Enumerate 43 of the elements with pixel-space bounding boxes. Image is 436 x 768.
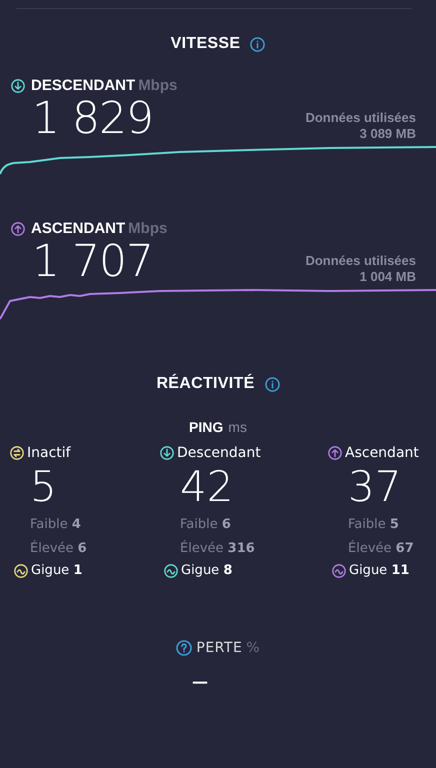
low-latency: Faible 5: [347, 516, 400, 534]
low-latency: Faible 4: [29, 516, 82, 534]
loss-label: PERTE: [196, 640, 242, 656]
low-latency: Faible 6: [179, 516, 232, 534]
data-used-label: Données utilisées: [305, 253, 416, 269]
data-used-value: 3 089 MB: [360, 126, 416, 142]
transfer-icon: [10, 446, 24, 460]
jitter-text: Gigue 11: [349, 563, 410, 578]
ping-column-label: Inactif: [27, 445, 71, 461]
ping-label: PING: [189, 419, 224, 435]
upload-icon: [11, 222, 25, 236]
section-title: RÉACTIVITÉ: [156, 375, 255, 393]
unit-label: Mbps: [138, 77, 178, 94]
unit-label: %: [246, 640, 260, 656]
wave-icon: [14, 564, 28, 578]
measure-label: DESCENDANT: [31, 77, 136, 94]
data-used-value: 1 004 MB: [360, 269, 416, 285]
wave-icon: [164, 564, 178, 578]
jitter-text: Gigue 8: [181, 563, 232, 578]
unit-label: ms: [228, 419, 247, 435]
section-title: VITESSE: [170, 35, 240, 53]
high-latency: Élevée 316: [179, 539, 256, 558]
high-latency: Élevée 67: [347, 539, 415, 558]
data-used-label: Données utilisées: [305, 110, 416, 126]
help-icon: [176, 640, 192, 656]
measure-label: ASCENDANT: [31, 220, 126, 237]
ping-value: 5: [29, 461, 58, 513]
info-icon: [264, 376, 280, 392]
download-icon: [11, 78, 25, 92]
ping-value: 42: [179, 461, 234, 513]
unit-label: Mbps: [128, 220, 168, 237]
upload-icon: [328, 446, 342, 460]
ping-column-label: Descendant: [177, 445, 261, 461]
download-icon: [160, 446, 174, 460]
wave-icon: [332, 564, 346, 578]
speed-value: 1 829: [32, 94, 153, 144]
high-latency: Élevée 6: [29, 539, 88, 558]
ping-value: 37: [347, 461, 402, 513]
loss-value: —: [192, 672, 208, 691]
ping-column-label: Ascendant: [345, 445, 419, 461]
speed-value: 1 707: [32, 237, 153, 287]
info-icon: [250, 36, 266, 52]
jitter-text: Gigue 1: [31, 563, 82, 578]
